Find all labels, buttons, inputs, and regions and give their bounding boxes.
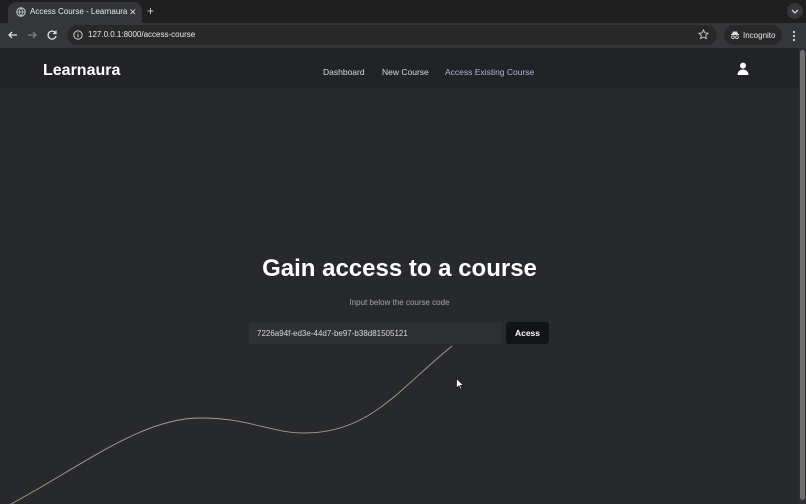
new-tab-button[interactable]: + [147,4,154,18]
tab-close-icon[interactable]: ✕ [129,6,137,18]
mouse-cursor-icon [456,378,464,390]
page-viewport: Learnaura Dashboard New Course Access Ex… [0,48,799,504]
tab-search-button[interactable] [787,3,803,19]
course-code-input[interactable] [249,322,502,344]
bookmark-star-icon[interactable] [698,29,709,40]
more-menu-icon[interactable] [789,29,799,43]
browser-tab[interactable]: Access Course - Learnaura ✕ [8,2,142,23]
user-icon[interactable] [737,62,749,75]
site-header: Learnaura Dashboard New Course Access Ex… [0,48,799,88]
access-button[interactable]: Acess [506,322,549,344]
globe-icon [16,7,26,17]
browser-tabstrip: Access Course - Learnaura ✕ + [0,0,806,23]
page-title: Gain access to a course [262,255,537,282]
incognito-icon [731,31,739,39]
back-arrow-icon[interactable] [6,28,20,42]
url-text: 127.0.0.1:8000/access-course [88,30,196,39]
page-subtitle: Input below the course code [349,298,450,307]
nav-access-existing-course[interactable]: Access Existing Course [445,67,534,77]
nav-dashboard[interactable]: Dashboard [323,67,365,77]
browser-toolbar: 127.0.0.1:8000/access-course Incognito [0,23,806,48]
incognito-indicator[interactable]: Incognito [724,25,782,45]
brand-logo[interactable]: Learnaura [43,62,120,80]
forward-arrow-icon[interactable] [25,28,39,42]
nav-new-course[interactable]: New Course [382,67,429,77]
incognito-label: Incognito [743,31,776,40]
page-scrollbar[interactable] [799,48,806,504]
reload-icon[interactable] [45,28,59,42]
site-info-icon[interactable] [73,30,83,40]
chevron-down-icon [791,9,799,14]
tab-title: Access Course - Learnaura [30,7,128,16]
scrollbar-thumb[interactable] [800,50,805,500]
address-bar[interactable]: 127.0.0.1:8000/access-course [67,25,717,45]
